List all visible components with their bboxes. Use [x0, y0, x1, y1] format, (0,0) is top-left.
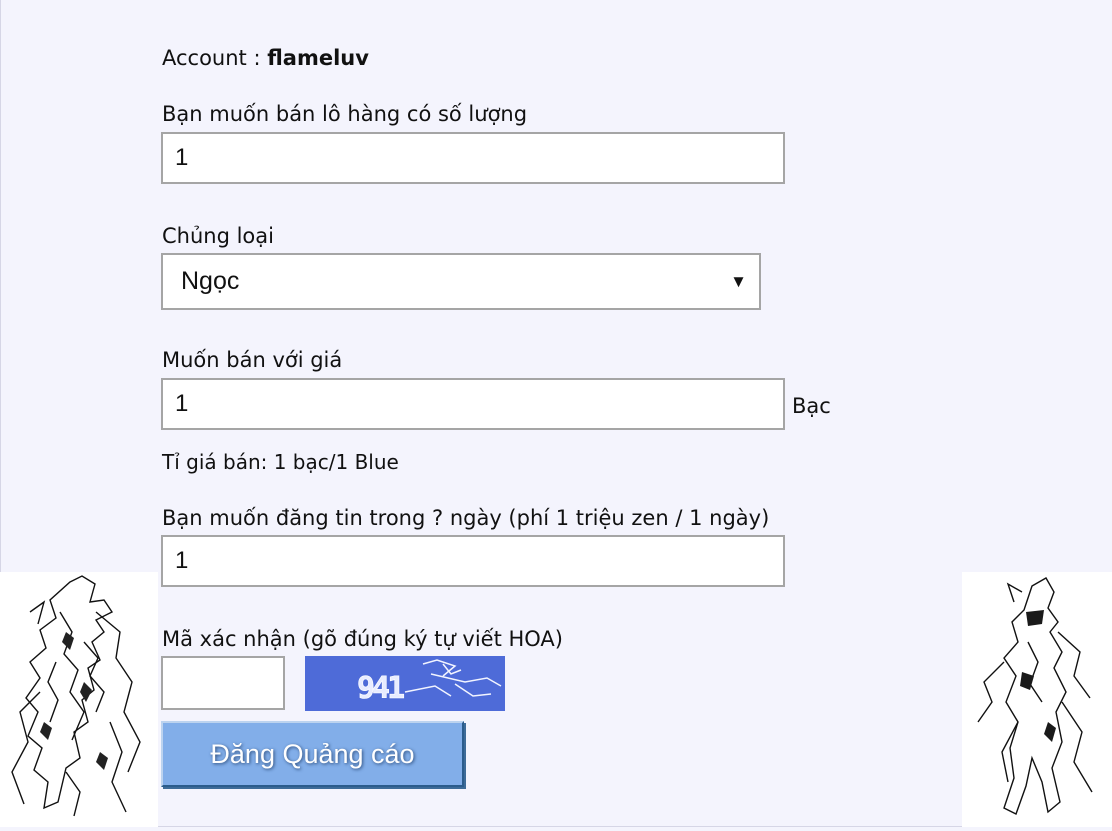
quantity-input[interactable]: 1: [161, 132, 785, 184]
days-input[interactable]: 1: [161, 535, 785, 587]
warrior-illustration-left: [0, 572, 158, 827]
captcha-image: 941: [305, 656, 505, 711]
captcha-text: 941: [357, 671, 404, 706]
account-label: Account :: [162, 46, 268, 70]
warrior-illustration-right: [962, 572, 1112, 827]
price-label: Muốn bán với giá: [162, 348, 343, 372]
account-line: Account : flameluv: [162, 45, 369, 71]
category-selected-value: Ngọc: [181, 267, 240, 295]
price-input[interactable]: 1: [161, 378, 785, 430]
captcha-input[interactable]: [161, 656, 285, 710]
exchange-rate-text: Tỉ giá bán: 1 bạc/1 Blue: [162, 450, 399, 474]
post-ad-button[interactable]: Đăng Quảng cáo: [161, 721, 464, 787]
account-name: flameluv: [267, 46, 369, 70]
category-label: Chủng loại: [162, 224, 274, 248]
dropdown-arrow-icon[interactable]: ▼: [730, 255, 747, 308]
days-label: Bạn muốn đăng tin trong ? ngày (phí 1 tr…: [162, 506, 770, 530]
price-unit: Bạc: [792, 394, 831, 418]
captcha-label: Mã xác nhận (gõ đúng ký tự viết HOA): [162, 627, 563, 651]
quantity-label: Bạn muốn bán lô hàng có số lượng: [162, 102, 528, 126]
category-select[interactable]: Ngọc ▼: [161, 253, 761, 310]
